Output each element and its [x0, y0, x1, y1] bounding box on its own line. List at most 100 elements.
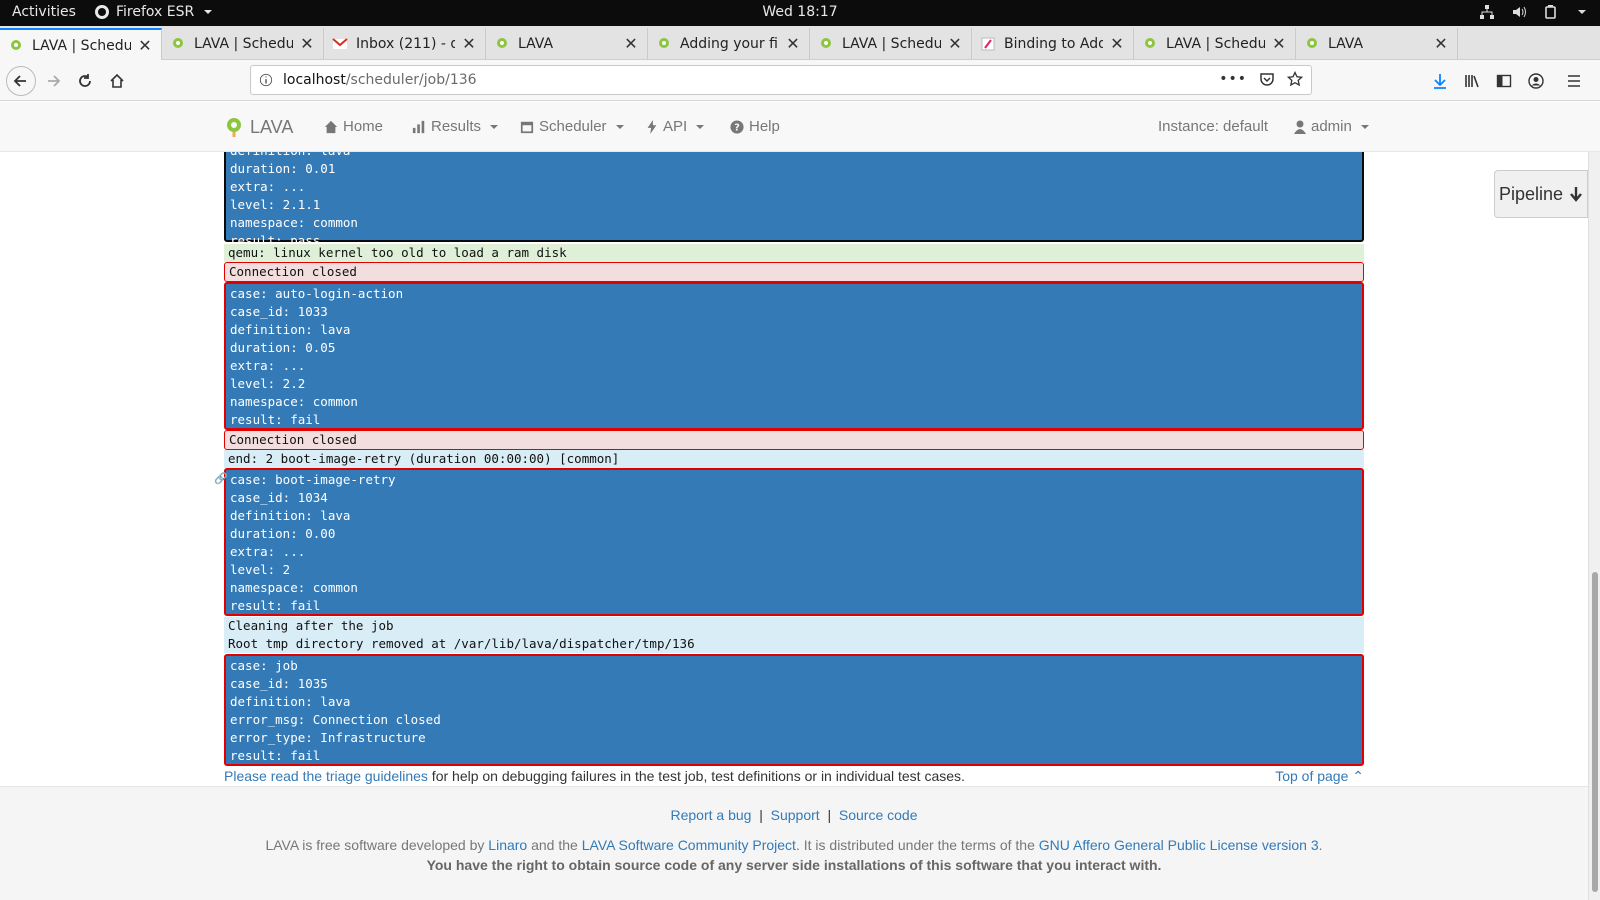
tab-title: LAVA: [518, 36, 554, 52]
tab-title: Adding your first: [680, 36, 779, 52]
user-name: admin: [1311, 118, 1352, 135]
sidebar-button[interactable]: [1492, 69, 1516, 93]
log-field: namespace: common: [230, 580, 358, 595]
tab[interactable]: LAVA | Schedule ✕: [0, 28, 162, 61]
report-bug-link[interactable]: Report a bug: [670, 807, 751, 823]
tab-title: Binding to Addre: [1004, 36, 1103, 52]
linaro-link[interactable]: Linaro: [488, 837, 527, 853]
nav-help-label: Help: [749, 118, 780, 135]
log-field: extra: ...: [230, 358, 306, 373]
url-bar[interactable]: localhost/scheduler/job/136 •••: [250, 65, 1312, 95]
bar-chart-icon: [412, 120, 425, 133]
close-icon[interactable]: ✕: [1433, 36, 1449, 52]
nav-api-label: API: [663, 118, 688, 135]
page-footer: Report a bug | Support | Source code LAV…: [0, 786, 1588, 900]
svg-text:?: ?: [734, 122, 740, 133]
brand-label: LAVA: [250, 116, 294, 137]
flash-icon: [647, 119, 657, 134]
home-button[interactable]: [102, 66, 132, 96]
nav-api[interactable]: API: [646, 118, 705, 135]
log-field: error_msg: Connection closed: [230, 712, 441, 727]
library-button[interactable]: [1460, 69, 1484, 93]
network-icon: [1478, 3, 1496, 21]
close-icon[interactable]: ✕: [623, 36, 639, 52]
activities-button[interactable]: Activities: [12, 4, 76, 20]
chevron-down-icon: [696, 124, 705, 129]
tab[interactable]: LAVA ✕: [1296, 28, 1458, 60]
sidebar-icon: [1496, 74, 1512, 88]
hamburger-icon: [1568, 75, 1580, 87]
nav-scheduler[interactable]: Scheduler: [520, 118, 624, 135]
forward-button[interactable]: [38, 66, 68, 96]
pipeline-label: Pipeline: [1498, 183, 1564, 204]
log-field: namespace: common: [230, 394, 358, 409]
close-icon[interactable]: ✕: [947, 36, 963, 52]
user-icon: [1294, 120, 1306, 134]
calendar-icon: [520, 121, 534, 133]
log-line: Root tmp directory removed at /var/lib/l…: [224, 635, 1364, 653]
app-menu[interactable]: Firefox ESR: [94, 4, 213, 20]
arrow-left-icon: [13, 75, 26, 87]
log-line: qemu: linux kernel too old to load a ram…: [224, 244, 1364, 262]
page-scrollbar[interactable]: [1588, 152, 1600, 900]
gnome-top-bar: Activities Firefox ESR Wed 18:17: [0, 0, 1600, 26]
close-icon[interactable]: ✕: [299, 36, 315, 52]
tab-title: LAVA | Schedule: [1166, 36, 1265, 52]
tab[interactable]: Adding your first ✕: [648, 28, 810, 60]
downloads-button[interactable]: [1428, 69, 1452, 93]
tab[interactable]: LAVA | Schedule ✕: [1134, 28, 1296, 60]
pocket-icon[interactable]: [1259, 71, 1275, 87]
close-icon[interactable]: ✕: [1109, 36, 1125, 52]
chevron-down-icon: [615, 124, 624, 129]
log-field: case: job: [230, 658, 298, 673]
nav-home-label: Home: [343, 118, 384, 135]
close-icon[interactable]: ✕: [1271, 36, 1287, 52]
lava-icon: [497, 38, 507, 48]
tab[interactable]: Binding to Addre ✕: [972, 28, 1134, 60]
nav-results[interactable]: Results: [412, 118, 499, 135]
lava-brand-link[interactable]: LAVA: [224, 116, 293, 138]
clock[interactable]: Wed 18:17: [762, 4, 837, 20]
pipeline-button[interactable]: Pipeline: [1494, 170, 1588, 218]
source-code-link[interactable]: Source code: [839, 807, 918, 823]
back-button[interactable]: [6, 66, 36, 96]
system-tray[interactable]: [1478, 3, 1586, 21]
account-button[interactable]: [1524, 69, 1548, 93]
nav-help[interactable]: ? Help: [730, 118, 780, 135]
close-icon[interactable]: ✕: [785, 36, 801, 52]
triage-guidelines-link[interactable]: Please read the triage guidelines: [224, 768, 428, 784]
nav-home[interactable]: Home: [324, 118, 383, 135]
close-icon[interactable]: ✕: [461, 36, 477, 52]
top-of-page-link[interactable]: Top of page ⌃: [1275, 768, 1364, 785]
scrollbar-thumb[interactable]: [1592, 572, 1598, 892]
library-icon: [1465, 75, 1479, 88]
home-icon: [324, 120, 338, 133]
user-menu[interactable]: admin: [1294, 118, 1369, 135]
gpl-link[interactable]: GNU Affero General Public License versio…: [1039, 837, 1319, 853]
reload-button[interactable]: [70, 66, 100, 96]
log-field: result: fail: [230, 598, 321, 613]
app-name: Firefox ESR: [116, 4, 195, 20]
bookmark-star-icon[interactable]: [1287, 71, 1303, 87]
link-anchor-icon[interactable]: 🔗: [214, 472, 228, 485]
volume-icon: [1510, 3, 1528, 21]
lava-icon: [659, 38, 669, 48]
page-content: definition: lava duration: 0.01 extra: .…: [0, 152, 1588, 900]
support-link[interactable]: Support: [771, 807, 820, 823]
page-actions-icon[interactable]: •••: [1219, 71, 1247, 87]
chevron-down-icon: [490, 124, 499, 129]
close-icon[interactable]: ✕: [137, 37, 153, 54]
url-host: localhost: [283, 72, 346, 88]
log-field: level: 2.2: [230, 376, 306, 391]
log-field: definition: lava: [230, 694, 351, 709]
log-field: case_id: 1034: [230, 490, 328, 505]
tab[interactable]: Inbox (211) - dha ✕: [324, 28, 486, 60]
tab[interactable]: LAVA | Schedule ✕: [162, 28, 324, 60]
log-field: namespace: common: [230, 215, 358, 230]
tab[interactable]: LAVA | Schedule ✕: [810, 28, 972, 60]
tab[interactable]: LAVA ✕: [486, 28, 648, 60]
menu-button[interactable]: [1562, 69, 1586, 93]
log-result-block: case: job case_id: 1035 definition: lava…: [224, 654, 1364, 766]
log-field: case: auto-login-action: [230, 286, 404, 301]
community-project-link[interactable]: LAVA Software Community Project: [582, 837, 796, 853]
